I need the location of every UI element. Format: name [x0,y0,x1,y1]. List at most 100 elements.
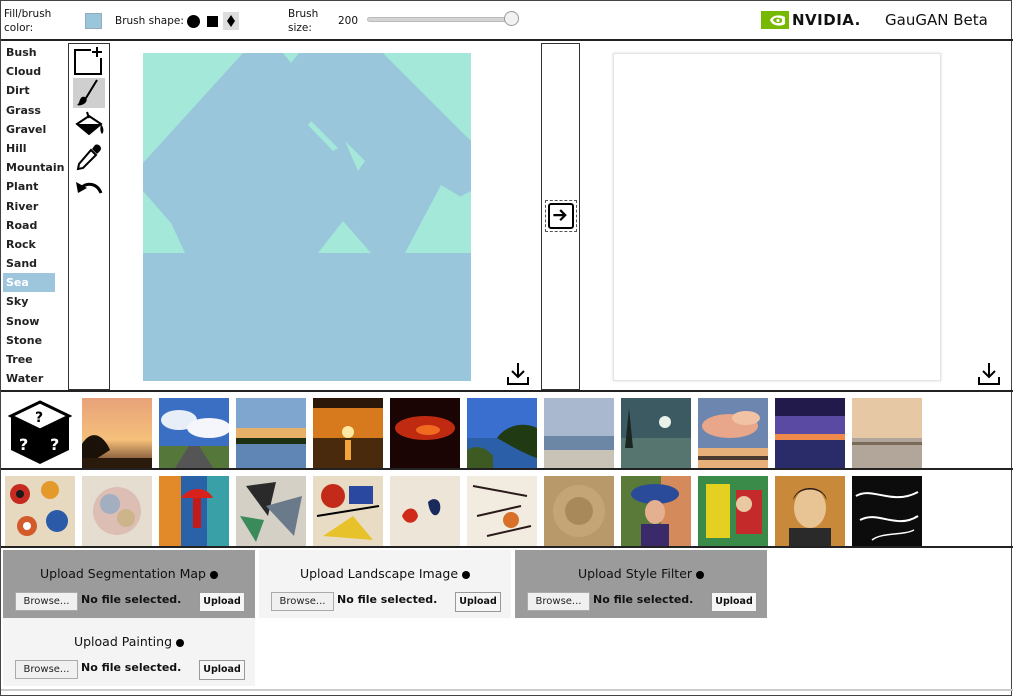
render-button[interactable] [545,200,577,232]
upload-painting-panel: Upload Painting Browse... No file select… [3,618,255,686]
app-title: GauGAN Beta [885,11,988,29]
style-painting-abstract[interactable] [313,476,383,546]
upload-landscape-button[interactable]: Upload [455,592,501,612]
style-night-shore[interactable] [621,398,691,468]
style-purple-dusk[interactable] [775,398,845,468]
label-item-rock[interactable]: Rock [3,235,55,254]
svg-text:?: ? [50,435,59,454]
landscape-file-status: No file selected. [337,593,438,606]
brush-size-label: Brush size: [288,8,319,34]
style-grey-beach[interactable] [544,398,614,468]
label-item-water[interactable]: Water [3,369,55,388]
label-item-stone[interactable]: Stone [3,331,55,350]
upload-style-panel: Upload Style Filter Browse... No file se… [515,550,767,618]
fill-color-swatch[interactable] [85,13,102,29]
semantic-label-list: Bush Cloud Dirt Grass Gravel Hill Mountain Plan… [3,43,64,388]
upload-painting-title: Upload Painting [3,634,255,649]
arrow-right-icon [548,203,574,229]
info-icon[interactable] [462,570,471,579]
eyedropper-icon[interactable] [73,142,105,172]
browse-landscape-button[interactable]: Browse... [271,592,334,611]
circle-brush-shape[interactable] [187,15,200,28]
style-painting-texture[interactable] [544,476,614,546]
label-item-hill[interactable]: Hill [3,139,55,158]
label-item-snow[interactable]: Snow [3,312,55,331]
label-item-tree[interactable]: Tree [3,350,55,369]
style-painting-white-lines[interactable] [852,476,922,546]
brush-size-slider[interactable] [367,17,513,22]
style-blue-sky-road[interactable] [159,398,229,468]
segmentation-file-status: No file selected. [81,593,182,606]
segmentation-canvas[interactable] [143,53,471,381]
upload-landscape-title: Upload Landscape Image [259,566,511,581]
upload-segmentation-button[interactable]: Upload [199,592,245,612]
convert-panel [541,43,580,390]
browse-segmentation-button[interactable]: Browse... [15,592,78,611]
svg-text:?: ? [35,410,43,426]
style-painting-flowers[interactable] [5,476,75,546]
svg-text:?: ? [19,435,28,454]
upload-landscape-panel: Upload Landscape Image Browse... No file… [259,550,511,618]
download-output-icon[interactable] [976,361,1002,387]
label-item-cloud[interactable]: Cloud [3,62,55,81]
upload-style-title: Upload Style Filter [515,566,767,581]
style-pink-clouds[interactable] [698,398,768,468]
label-item-mountain[interactable]: Mountain [3,158,64,177]
label-item-dirt[interactable]: Dirt [3,81,55,100]
label-item-plant[interactable]: Plant [3,177,55,196]
upload-style-button[interactable]: Upload [711,592,757,612]
label-item-sea[interactable]: Sea [3,273,55,293]
style-painting-woman-hat[interactable] [621,476,691,546]
output-image [613,53,941,381]
style-painting-handprint[interactable] [390,476,460,546]
style-painting-colorful-figure[interactable] [698,476,768,546]
brush-icon[interactable] [73,78,105,108]
style-sunset-tree[interactable] [82,398,152,468]
style-orange-sunset-sea[interactable] [313,398,383,468]
new-canvas-icon[interactable] [73,46,105,76]
undo-icon[interactable] [73,174,105,204]
app-frame: Fill/brush color: Brush shape: Brush siz… [0,0,1013,696]
label-item-bush[interactable]: Bush [3,43,55,62]
square-brush-shape[interactable] [207,16,218,27]
bottom-divider [1,689,1013,691]
painting-file-status: No file selected. [81,661,182,674]
style-painting-self-portrait[interactable] [775,476,845,546]
upload-segmentation-title: Upload Segmentation Map [3,566,255,581]
nvidia-brand: NVIDIA. [792,11,861,29]
label-item-river[interactable]: River [3,197,55,216]
random-style-dice-icon[interactable]: ? ? ? [5,398,75,468]
brush-shape-label: Brush shape: [115,15,184,27]
label-item-sand[interactable]: Sand [3,254,55,273]
info-icon[interactable] [209,570,218,579]
style-painting-row [1,468,1013,546]
fill-bucket-icon[interactable] [73,110,105,140]
label-item-gravel[interactable]: Gravel [3,120,55,139]
style-coast-cliffs[interactable] [467,398,537,468]
info-icon[interactable] [176,638,185,647]
fill-color-label: Fill/brush color: [4,8,52,34]
diamond-brush-shape[interactable] [223,12,239,30]
toolbar: Fill/brush color: Brush shape: Brush siz… [1,1,1013,41]
brush-size-slider-thumb[interactable] [503,11,519,26]
divider [1,546,1013,548]
label-item-grass[interactable]: Grass [3,101,55,120]
nvidia-eye-icon [761,11,789,29]
style-hazy-coast[interactable] [852,398,922,468]
style-painting-rain-umbrella[interactable] [159,476,229,546]
info-icon[interactable] [696,570,705,579]
browse-style-button[interactable]: Browse... [527,592,590,611]
download-segmentation-icon[interactable] [505,361,531,387]
browse-painting-button[interactable]: Browse... [15,660,78,679]
style-red-sunset[interactable] [390,398,460,468]
label-item-sky[interactable]: Sky [3,292,55,311]
style-painting-sketch[interactable] [467,476,537,546]
style-lake-sunset[interactable] [236,398,306,468]
style-painting-floral-pastel[interactable] [82,476,152,546]
upload-painting-button[interactable]: Upload [199,660,245,680]
tool-panel [68,43,110,390]
brush-size-value: 200 [338,15,359,27]
style-painting-cubist[interactable] [236,476,306,546]
style-photo-row: ? ? ? [1,390,1013,468]
label-item-road[interactable]: Road [3,216,55,235]
